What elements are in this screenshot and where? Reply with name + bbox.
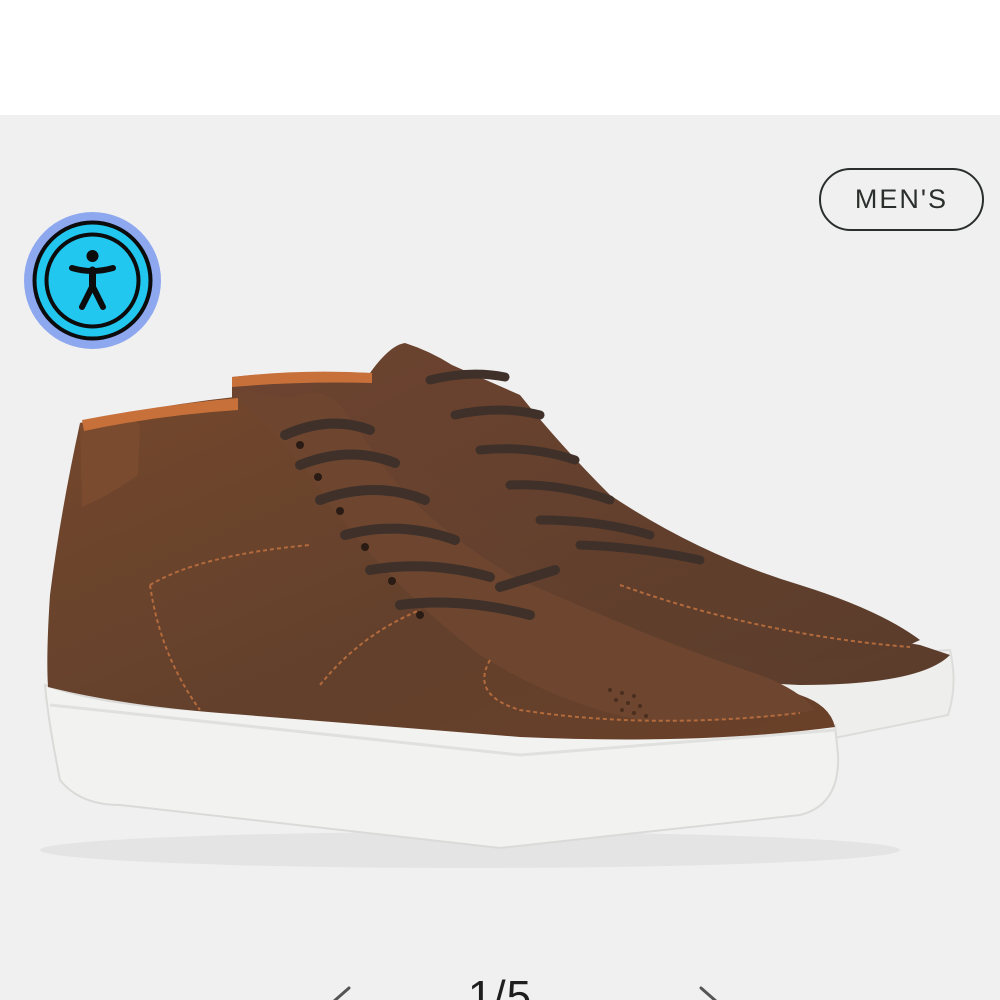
gallery-counter: 1/5 — [467, 972, 533, 1000]
product-gallery[interactable]: MEN'S 1/5 — [0, 115, 1000, 1000]
category-badge[interactable]: MEN'S — [819, 168, 984, 231]
gallery-pager: 1/5 — [0, 970, 1000, 1000]
accessibility-person-icon — [32, 220, 153, 341]
chevron-right-icon[interactable] — [685, 980, 735, 1000]
chevron-left-icon[interactable] — [315, 980, 365, 1000]
top-bar — [0, 0, 1000, 115]
accessibility-button[interactable] — [24, 212, 161, 349]
